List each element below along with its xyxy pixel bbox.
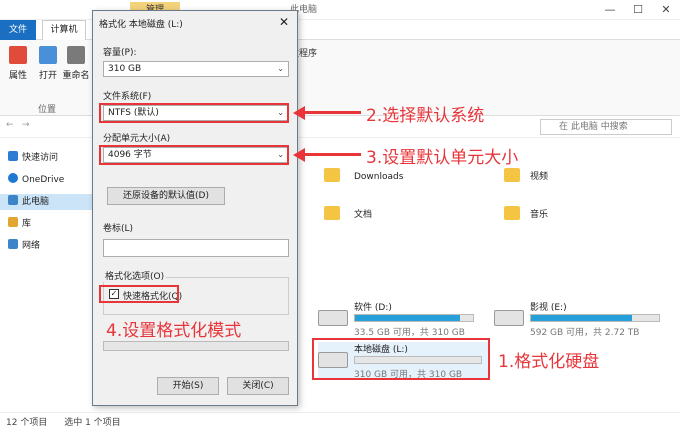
star-icon	[8, 151, 18, 161]
highlight-quick-format	[99, 285, 179, 303]
drive-icon	[318, 310, 348, 326]
drive-usage-bar	[530, 314, 660, 322]
format-options-label: 格式化选项(O)	[103, 269, 167, 282]
status-bar: 12 个项目 选中 1 个项目	[0, 412, 680, 432]
properties-label: 属性	[8, 71, 27, 81]
music-folder-icon	[504, 206, 520, 220]
file-system-label: 文件系统(F)	[103, 92, 152, 102]
volume-label-label: 卷标(L)	[103, 224, 134, 234]
ribbon-group-location: 位置	[38, 105, 57, 115]
tab-file[interactable]: 文件	[0, 20, 36, 40]
drive-item[interactable]: 影视 (E:) 592 GB 可用，共 2.72 TB	[494, 300, 664, 338]
cloud-icon	[8, 173, 18, 183]
sidebar-item-library[interactable]: 库	[8, 216, 31, 232]
annotation-step3: 3.设置默认单元大小	[366, 148, 519, 168]
minimize-button[interactable]: —	[596, 0, 624, 20]
open-icon	[39, 46, 57, 64]
rename-icon	[67, 46, 85, 64]
forward-icon[interactable]: →	[22, 120, 30, 130]
highlight-drive-l	[312, 338, 490, 380]
drive-usage-bar	[354, 314, 474, 322]
sidebar-item-network[interactable]: 网络	[8, 238, 40, 254]
selected-count: 选中 1 个项目	[64, 418, 121, 428]
drive-icon	[494, 310, 524, 326]
allocation-size-label: 分配单元大小(A)	[103, 134, 171, 144]
highlight-file-system	[99, 103, 289, 123]
sidebar-item-onedrive[interactable]: OneDrive	[8, 172, 64, 188]
library-icon	[8, 217, 18, 227]
document-folder-icon	[324, 206, 340, 220]
chevron-down-icon: ⌄	[277, 64, 284, 73]
open-button[interactable]: 打开	[34, 46, 62, 81]
search-input[interactable]: 在 此电脑 中搜索	[540, 119, 672, 135]
properties-button[interactable]: 属性	[4, 46, 32, 81]
dialog-title: 格式化 本地磁盘 (L:)	[99, 20, 183, 30]
highlight-allocation-size	[99, 145, 289, 165]
annotation-step2: 2.选择默认系统	[366, 106, 485, 126]
download-folder-icon	[324, 168, 340, 182]
video-folder-icon	[504, 168, 520, 182]
capacity-select[interactable]: 310 GB ⌄	[103, 61, 289, 77]
format-progress-bar	[103, 341, 289, 351]
folder-item[interactable]: Downloads	[324, 168, 403, 196]
window-title: 此电脑	[290, 5, 318, 15]
folder-item[interactable]: 文档	[324, 206, 372, 234]
maximize-button[interactable]: ☐	[624, 0, 652, 20]
sidebar-item-this-pc[interactable]: 此电脑	[0, 194, 92, 210]
network-icon	[8, 239, 18, 249]
tab-computer[interactable]: 计算机	[42, 20, 86, 40]
volume-label-input[interactable]	[103, 239, 289, 257]
annotation-step4: 4.设置格式化模式	[106, 321, 242, 341]
folder-item[interactable]: 视频	[504, 168, 548, 196]
close-button[interactable]: 关闭(C)	[227, 377, 289, 395]
open-label: 打开	[38, 71, 57, 81]
arrow-step3-line	[303, 153, 361, 156]
arrow-step2-line	[303, 111, 361, 114]
close-window-button[interactable]: ✕	[652, 0, 680, 20]
folder-item[interactable]: 音乐	[504, 206, 548, 234]
computer-icon	[8, 195, 18, 205]
start-button[interactable]: 开始(S)	[157, 377, 219, 395]
sidebar: 快速访问 OneDrive 此电脑 库 网络	[0, 140, 95, 410]
item-count: 12 个项目	[6, 418, 48, 428]
annotation-step1: 1.格式化硬盘	[498, 352, 600, 372]
restore-defaults-button[interactable]: 还原设备的默认值(D)	[107, 187, 225, 205]
sidebar-item-quick-access[interactable]: 快速访问	[8, 150, 58, 166]
drive-item[interactable]: 软件 (D:) 33.5 GB 可用，共 310 GB	[318, 300, 478, 338]
rename-label: 重命名	[62, 71, 90, 81]
properties-icon	[9, 46, 27, 64]
capacity-label: 容量(P):	[103, 48, 137, 58]
back-icon[interactable]: ←	[6, 120, 14, 130]
format-dialog: 格式化 本地磁盘 (L:) ✕ 容量(P): 310 GB ⌄ 文件系统(F) N…	[92, 10, 298, 406]
dialog-close-icon[interactable]: ✕	[279, 15, 289, 29]
rename-button[interactable]: 重命名	[62, 46, 90, 81]
